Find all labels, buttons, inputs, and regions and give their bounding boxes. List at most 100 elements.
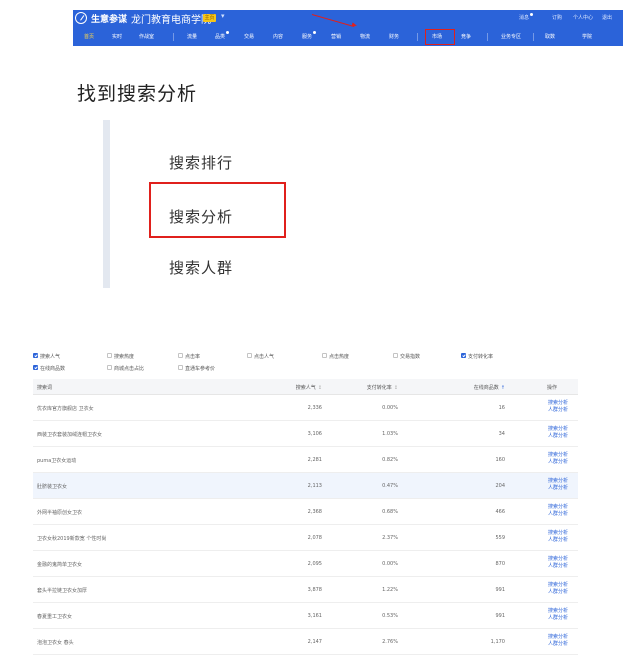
keyword-cell[interactable]: 外网半袖原创女卫衣 bbox=[37, 509, 82, 516]
checkbox[interactable] bbox=[322, 353, 327, 358]
online-items-cell: 991 bbox=[495, 587, 505, 593]
filter-trade-index[interactable]: 交易指数 bbox=[393, 353, 420, 360]
search-analysis-link[interactable]: 搜索分析 bbox=[548, 582, 568, 589]
keyword-cell[interactable]: 春夏重工卫衣女 bbox=[37, 613, 72, 620]
nav-item-service[interactable]: 服务 bbox=[302, 31, 317, 40]
logo-icon[interactable] bbox=[75, 12, 87, 24]
checkbox[interactable] bbox=[107, 353, 112, 358]
academy-name[interactable]: 龙门教育电商学院 bbox=[131, 11, 211, 26]
search-analysis-link[interactable]: 搜索分析 bbox=[548, 608, 568, 615]
nav-item-trade[interactable]: 交易 bbox=[244, 33, 254, 40]
filter-ztc-reference-price[interactable]: 直通车参考价 bbox=[178, 365, 215, 372]
nav-item-home[interactable]: 首页 bbox=[84, 33, 94, 40]
popularity-cell: 2,147 bbox=[307, 639, 322, 645]
sort-ascending-icon[interactable]: ↑ bbox=[501, 385, 505, 391]
filter-tmall-click-share[interactable]: 商城点击占比 bbox=[107, 365, 144, 372]
keyword-cell[interactable]: 优衣库官方旗舰店 卫衣女 bbox=[37, 405, 94, 412]
operation-cell: 搜索分析 人群分析 bbox=[548, 400, 568, 414]
table-header: 搜索词 搜索人气 ↕ 支付转化率 ↕ 在线商品数 ↑ 操作 bbox=[33, 379, 578, 395]
checkbox[interactable] bbox=[393, 353, 398, 358]
nav-item-business-zone[interactable]: 业务专区 bbox=[501, 33, 521, 40]
crowd-analysis-link[interactable]: 人群分析 bbox=[548, 407, 568, 414]
filter-label: 搜索人气 bbox=[40, 354, 61, 360]
column-header-operation: 操作 bbox=[547, 385, 558, 391]
crowd-analysis-link[interactable]: 人群分析 bbox=[548, 459, 568, 466]
keyword-cell[interactable]: 泡泡卫衣女 春头 bbox=[37, 639, 74, 646]
search-analysis-link[interactable]: 搜索分析 bbox=[548, 452, 568, 459]
keyword-cell[interactable]: 卫衣女秋2019新款宽 个性时尚 bbox=[37, 535, 106, 542]
search-analysis-link[interactable]: 搜索分析 bbox=[548, 478, 568, 485]
submenu-item-search-crowd[interactable]: 搜索人群 bbox=[169, 257, 233, 278]
crowd-analysis-link[interactable]: 人群分析 bbox=[548, 537, 568, 544]
search-analysis-link[interactable]: 搜索分析 bbox=[548, 504, 568, 511]
checkbox[interactable] bbox=[33, 365, 38, 370]
nav-item-marketing[interactable]: 营销 bbox=[331, 33, 341, 40]
nav-item-finance[interactable]: 财务 bbox=[389, 33, 399, 40]
logout-link[interactable]: 退出 bbox=[602, 14, 612, 21]
operation-cell: 搜索分析 人群分析 bbox=[548, 426, 568, 440]
checkbox[interactable] bbox=[178, 353, 183, 358]
crowd-analysis-link[interactable]: 人群分析 bbox=[548, 563, 568, 570]
filter-online-items[interactable]: 在线商品数 bbox=[33, 365, 65, 372]
crowd-analysis-link[interactable]: 人群分析 bbox=[548, 485, 568, 492]
keyword-cell[interactable]: 西装卫衣套装加绒连帽卫衣女 bbox=[37, 431, 102, 438]
keyword-cell[interactable]: 金融的鬼简单卫衣女 bbox=[37, 561, 82, 568]
filter-click-heat[interactable]: 点击热度 bbox=[322, 353, 349, 360]
sort-icon[interactable]: ↕ bbox=[394, 385, 398, 391]
filter-search-heat[interactable]: 搜索热度 bbox=[107, 353, 134, 360]
crowd-analysis-link[interactable]: 人群分析 bbox=[548, 589, 568, 596]
order-link[interactable]: 订购 bbox=[552, 14, 562, 21]
table-row: 优衣库官方旗舰店 卫衣女 2,336 0.00% 16 搜索分析 人群分析 bbox=[33, 395, 578, 421]
filter-search-popularity[interactable]: 搜索人气 bbox=[33, 353, 60, 360]
nav-item-traffic[interactable]: 流量 bbox=[187, 33, 197, 40]
crowd-analysis-link[interactable]: 人群分析 bbox=[548, 511, 568, 518]
popularity-cell: 2,336 bbox=[307, 405, 322, 411]
nav-item-logistics[interactable]: 物流 bbox=[360, 33, 370, 40]
sort-icon[interactable]: ↕ bbox=[318, 385, 322, 391]
nav-item-realtime[interactable]: 实时 bbox=[112, 33, 122, 40]
user-center-link[interactable]: 个人中心 bbox=[573, 14, 593, 21]
search-analysis-link[interactable]: 搜索分析 bbox=[548, 400, 568, 407]
brand-name[interactable]: 生意参谋 bbox=[91, 12, 127, 25]
nav-menu-row: 首页 实时 作战室 流量 品类 交易 内容 服务 营销 物流 财务 市场 竞争 … bbox=[73, 30, 623, 46]
crowd-analysis-link[interactable]: 人群分析 bbox=[548, 641, 568, 648]
metric-filters: 搜索人气 搜索热度 点击率 点击人气 点击热度 交易指数 支付转化率 在线商品数… bbox=[33, 350, 593, 374]
column-header-online-items[interactable]: 在线商品数 ↑ bbox=[453, 384, 505, 391]
nav-item-academy[interactable]: 学院 bbox=[582, 33, 592, 40]
keyword-cell[interactable]: 肚脐装卫衣女 bbox=[37, 483, 67, 490]
crowd-analysis-link[interactable]: 人群分析 bbox=[548, 615, 568, 622]
nav-item-warroom[interactable]: 作战室 bbox=[139, 33, 154, 40]
checkbox[interactable] bbox=[33, 353, 38, 358]
search-analysis-link[interactable]: 搜索分析 bbox=[548, 634, 568, 641]
filter-payment-conversion[interactable]: 支付转化率 bbox=[461, 353, 493, 360]
checkbox[interactable] bbox=[461, 353, 466, 358]
table-row: 外网半袖原创女卫衣 2,368 0.68% 466 搜索分析 人群分析 bbox=[33, 499, 578, 525]
column-header-conversion[interactable]: 支付转化率 ↕ bbox=[348, 384, 398, 391]
submenu-item-search-ranking[interactable]: 搜索排行 bbox=[169, 152, 233, 173]
header-label: 在线商品数 bbox=[473, 385, 499, 391]
online-items-cell: 160 bbox=[495, 457, 505, 463]
filter-click-popularity[interactable]: 点击人气 bbox=[247, 353, 274, 360]
chevron-down-icon[interactable]: ▾ bbox=[221, 12, 225, 20]
keyword-cell[interactable]: puma卫衣女运动 bbox=[37, 457, 76, 464]
crowd-analysis-link[interactable]: 人群分析 bbox=[548, 433, 568, 440]
search-analysis-link[interactable]: 搜索分析 bbox=[548, 426, 568, 433]
nav-item-content[interactable]: 内容 bbox=[273, 33, 283, 40]
conversion-cell: 0.47% bbox=[382, 483, 398, 489]
nav-item-competition[interactable]: 竞争 bbox=[461, 33, 471, 40]
search-analysis-link[interactable]: 搜索分析 bbox=[548, 530, 568, 537]
keyword-cell[interactable]: 套头半拉链卫衣女加厚 bbox=[37, 587, 87, 594]
table-body: 优衣库官方旗舰店 卫衣女 2,336 0.00% 16 搜索分析 人群分析 西装卫衣套装加绒… bbox=[33, 395, 578, 655]
nav-item-data-fetch[interactable]: 取数 bbox=[545, 33, 555, 40]
search-analysis-link[interactable]: 搜索分析 bbox=[548, 556, 568, 563]
filter-click-rate[interactable]: 点击率 bbox=[178, 353, 200, 360]
checkbox[interactable] bbox=[107, 365, 112, 370]
nav-item-category[interactable]: 品类 bbox=[215, 31, 230, 40]
checkbox[interactable] bbox=[178, 365, 183, 370]
messages-link[interactable]: 消息 bbox=[519, 13, 534, 21]
online-items-cell: 16 bbox=[498, 405, 505, 411]
column-header-popularity[interactable]: 搜索人气 ↕ bbox=[272, 384, 322, 391]
checkbox[interactable] bbox=[247, 353, 252, 358]
conversion-cell: 0.53% bbox=[382, 613, 398, 619]
filter-label: 商城点击占比 bbox=[114, 366, 145, 372]
